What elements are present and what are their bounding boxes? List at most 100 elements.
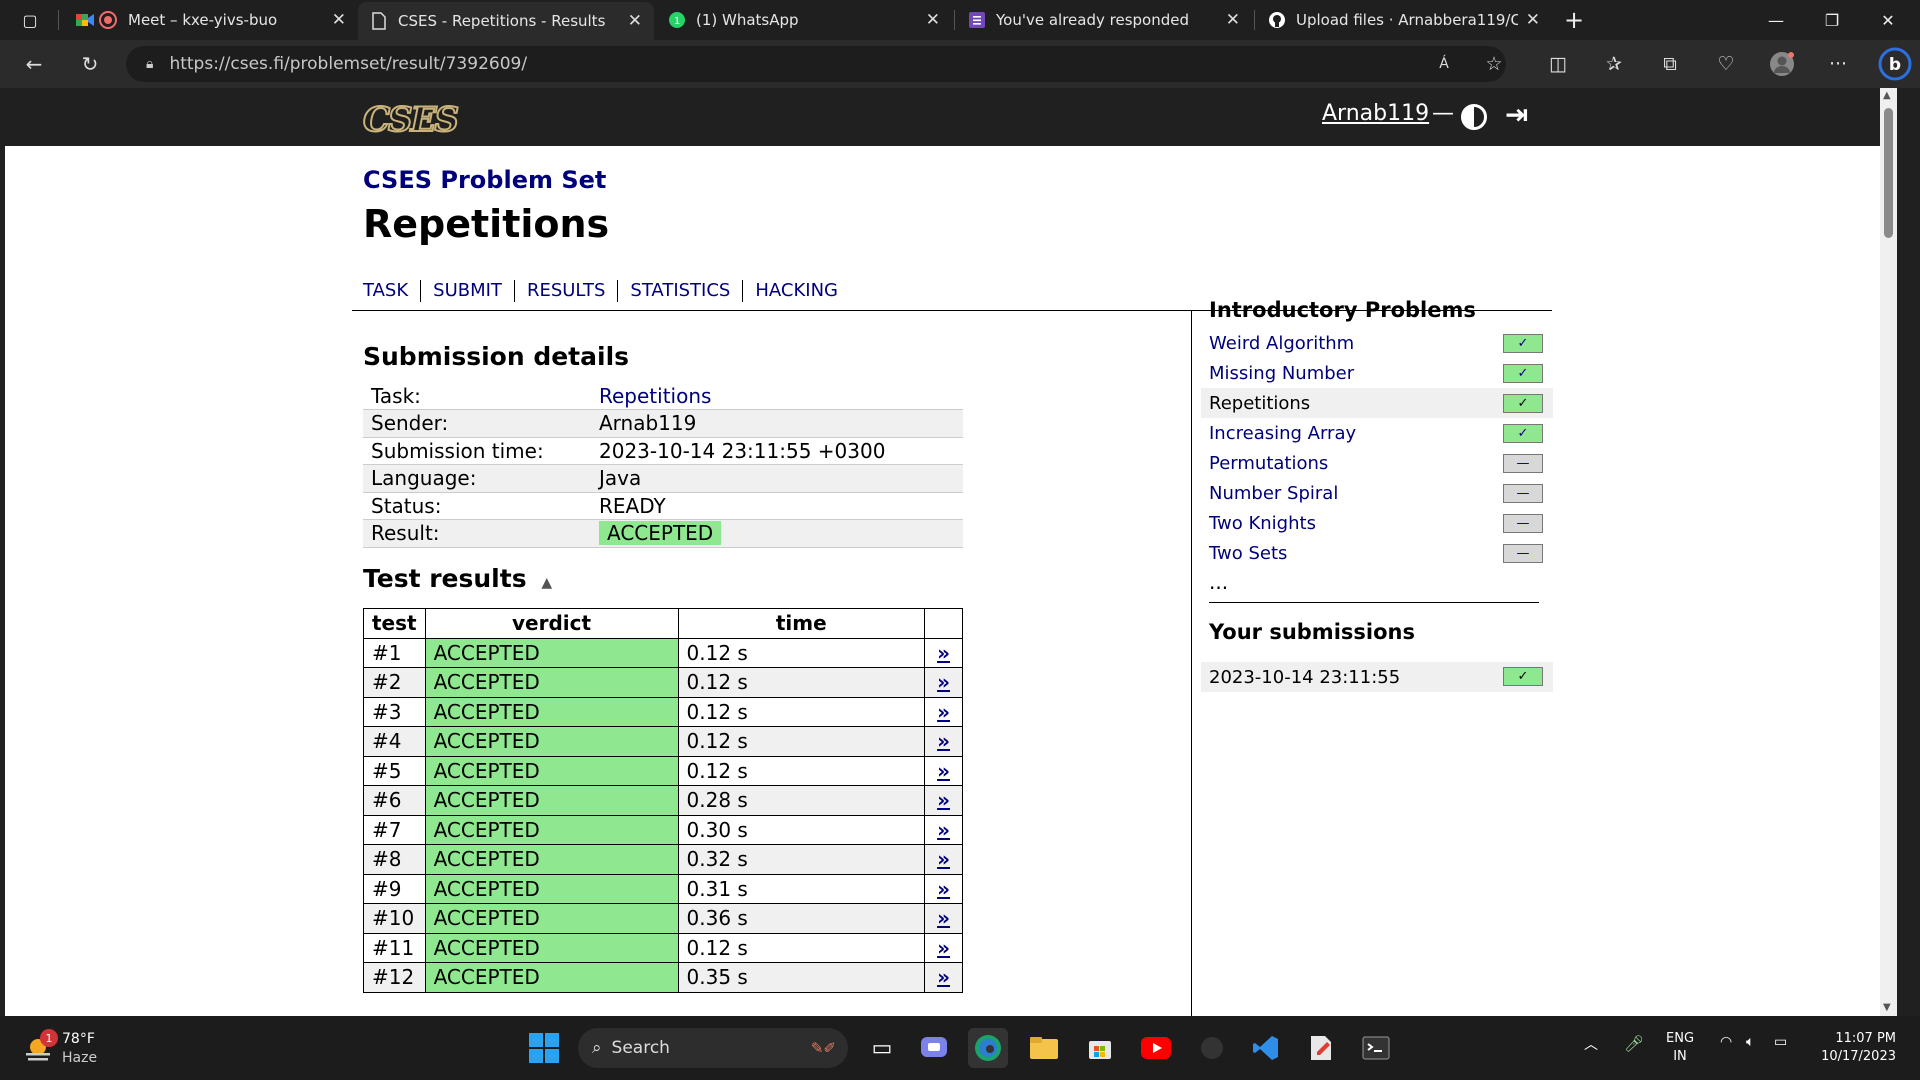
test-verdict: ACCEPTED — [424, 785, 679, 816]
sidebar-problem-item[interactable]: Permutations — — [1201, 448, 1553, 478]
tab-actions-icon[interactable]: ▢ — [8, 0, 52, 40]
test-results-heading[interactable]: Test results ▲ — [363, 564, 552, 593]
cses-logo[interactable]: CSES — [362, 99, 460, 141]
nav-task[interactable]: TASK — [363, 280, 422, 302]
tray-chevron-icon[interactable]: ︿ — [1584, 1034, 1598, 1054]
scroll-down-icon[interactable]: ▼ — [1883, 1002, 1891, 1013]
document-app-icon[interactable] — [1302, 1028, 1342, 1068]
windows-start-icon[interactable] — [524, 1028, 564, 1068]
nav-results[interactable]: RESULTS — [515, 280, 619, 302]
submission-item[interactable]: 2023-10-14 23:11:55 ✓ — [1201, 662, 1553, 692]
tab-forms[interactable]: You've already responded ✕ — [956, 0, 1252, 40]
favorite-star-icon[interactable]: ☆ — [1478, 48, 1510, 80]
weather-widget[interactable]: 1 78°F Haze — [22, 1029, 97, 1068]
test-number: #9 — [363, 873, 426, 904]
detail-value: 2023-10-14 23:11:55 +0300 — [591, 437, 963, 465]
test-details-link[interactable]: » — [924, 844, 963, 875]
taskbar-search[interactable]: ⌕ Search ✎✐ — [578, 1028, 848, 1068]
nav-hacking[interactable]: HACKING — [743, 280, 850, 302]
test-details-link[interactable]: » — [924, 873, 963, 904]
favorites-icon[interactable]: ✰ — [1598, 48, 1630, 80]
problem-name: Repetitions — [1209, 392, 1311, 414]
sidebar-problem-item[interactable]: Two Knights — — [1201, 508, 1553, 538]
test-details-link[interactable]: » — [924, 637, 963, 668]
sidebar-problem-item[interactable]: Repetitions ✓ — [1201, 388, 1553, 418]
back-icon[interactable]: ← — [16, 46, 52, 82]
close-icon[interactable]: ✕ — [1226, 10, 1240, 30]
close-icon[interactable]: ✕ — [926, 10, 940, 30]
test-details-link[interactable]: » — [924, 755, 963, 786]
page-scrollbar[interactable]: ▲ ▼ — [1880, 88, 1897, 1016]
minimize-button[interactable]: — — [1748, 0, 1804, 40]
volume-icon[interactable]: 🔈︎ — [1746, 1034, 1754, 1050]
read-aloud-icon[interactable]: Á — [1428, 48, 1460, 80]
username-link[interactable]: Arnab119 — [1322, 101, 1429, 126]
sort-up-icon[interactable]: ▲ — [541, 575, 552, 591]
browser-essentials-icon[interactable]: ♡ — [1710, 48, 1742, 80]
test-time: 0.12 s — [677, 637, 926, 668]
nav-statistics[interactable]: STATISTICS — [618, 280, 744, 302]
profile-avatar[interactable] — [1766, 48, 1798, 80]
sidebar-problem-item[interactable]: Increasing Array ✓ — [1201, 418, 1553, 448]
test-details-link[interactable]: » — [924, 903, 963, 934]
sidebar-problem-item[interactable]: Missing Number ✓ — [1201, 358, 1553, 388]
test-number: #11 — [363, 932, 426, 963]
close-icon[interactable]: ✕ — [1526, 10, 1540, 30]
sidebar-problem-item[interactable]: Weird Algorithm ✓ — [1201, 328, 1553, 358]
task-view-icon[interactable]: ▭ — [862, 1028, 902, 1068]
test-details-link[interactable]: » — [924, 962, 963, 993]
test-details-link[interactable]: » — [924, 667, 963, 698]
test-details-link[interactable]: » — [924, 726, 963, 757]
problemset-title[interactable]: CSES Problem Set — [363, 166, 606, 194]
nav-submit[interactable]: SUBMIT — [421, 280, 515, 302]
close-icon[interactable]: ✕ — [628, 11, 642, 31]
youtube-icon[interactable] — [1136, 1028, 1176, 1068]
url-field[interactable]: 🔒︎ https://cses.fi/problemset/result/739… — [126, 46, 1506, 82]
tab-cses-results[interactable]: CSES - Repetitions - Results ✕ — [358, 2, 654, 40]
forms-icon — [968, 11, 986, 29]
more-problems[interactable]: ... — [1209, 570, 1228, 594]
wifi-icon[interactable]: ◠ — [1720, 1034, 1732, 1050]
file-explorer-icon[interactable] — [1024, 1028, 1064, 1068]
terminal-icon[interactable] — [1356, 1028, 1396, 1068]
restore-button[interactable]: ❐ — [1804, 0, 1860, 40]
store-icon[interactable] — [1080, 1028, 1120, 1068]
test-number: #10 — [363, 903, 426, 934]
app-dark-icon[interactable] — [1192, 1028, 1232, 1068]
result-badge: ACCEPTED — [599, 521, 722, 546]
battery-icon[interactable]: ▭ — [1774, 1034, 1787, 1050]
table-row: #12 ACCEPTED 0.35 s» — [363, 962, 963, 993]
search-icon: ⌕ — [592, 1038, 602, 1058]
task-link[interactable]: Repetitions — [599, 384, 711, 408]
tab-github[interactable]: Upload files · Arnabbera119/Cod ✕ — [1256, 0, 1552, 40]
language-indicator[interactable]: ENG IN — [1666, 1030, 1694, 1066]
test-details-link[interactable]: » — [924, 814, 963, 845]
edge-taskbar-icon[interactable] — [968, 1028, 1008, 1068]
clock-time: 11:07 PM — [1835, 1031, 1896, 1046]
test-details-link[interactable]: » — [924, 785, 963, 816]
contrast-toggle-icon[interactable] — [1461, 104, 1487, 130]
bing-copilot-icon[interactable]: b — [1876, 45, 1914, 83]
sidebar-problem-item[interactable]: Number Spiral — — [1201, 478, 1553, 508]
refresh-icon[interactable]: ↻ — [72, 46, 108, 82]
close-icon[interactable]: ✕ — [332, 10, 346, 30]
teams-chat-icon[interactable] — [914, 1028, 954, 1068]
split-screen-icon[interactable]: ◫ — [1542, 48, 1574, 80]
close-window-button[interactable]: ✕ — [1860, 0, 1916, 40]
collections-icon[interactable]: ⧉ — [1654, 48, 1686, 80]
test-details-link[interactable]: » — [924, 696, 963, 727]
tab-title: CSES - Repetitions - Results — [398, 12, 606, 30]
problem-name: Missing Number — [1209, 362, 1355, 384]
clock[interactable]: 11:07 PM 10/17/2023 — [1812, 1030, 1896, 1066]
scroll-up-icon[interactable]: ▲ — [1883, 90, 1891, 101]
scrollbar-thumb[interactable] — [1884, 108, 1893, 238]
test-details-link[interactable]: » — [924, 932, 963, 963]
tab-meet[interactable]: Meet – kxe-yivs-buo ✕ — [62, 0, 358, 40]
microphone-icon[interactable]: 🎤︎ — [1624, 1034, 1644, 1053]
new-tab-button[interactable]: + — [1552, 0, 1596, 40]
sidebar-problem-item[interactable]: Two Sets — — [1201, 538, 1553, 568]
logout-icon[interactable]: ⇥ — [1505, 98, 1528, 131]
more-icon[interactable]: ··· — [1822, 48, 1854, 80]
tab-whatsapp[interactable]: 1 (1) WhatsApp ✕ — [656, 0, 952, 40]
vscode-icon[interactable] — [1246, 1028, 1286, 1068]
